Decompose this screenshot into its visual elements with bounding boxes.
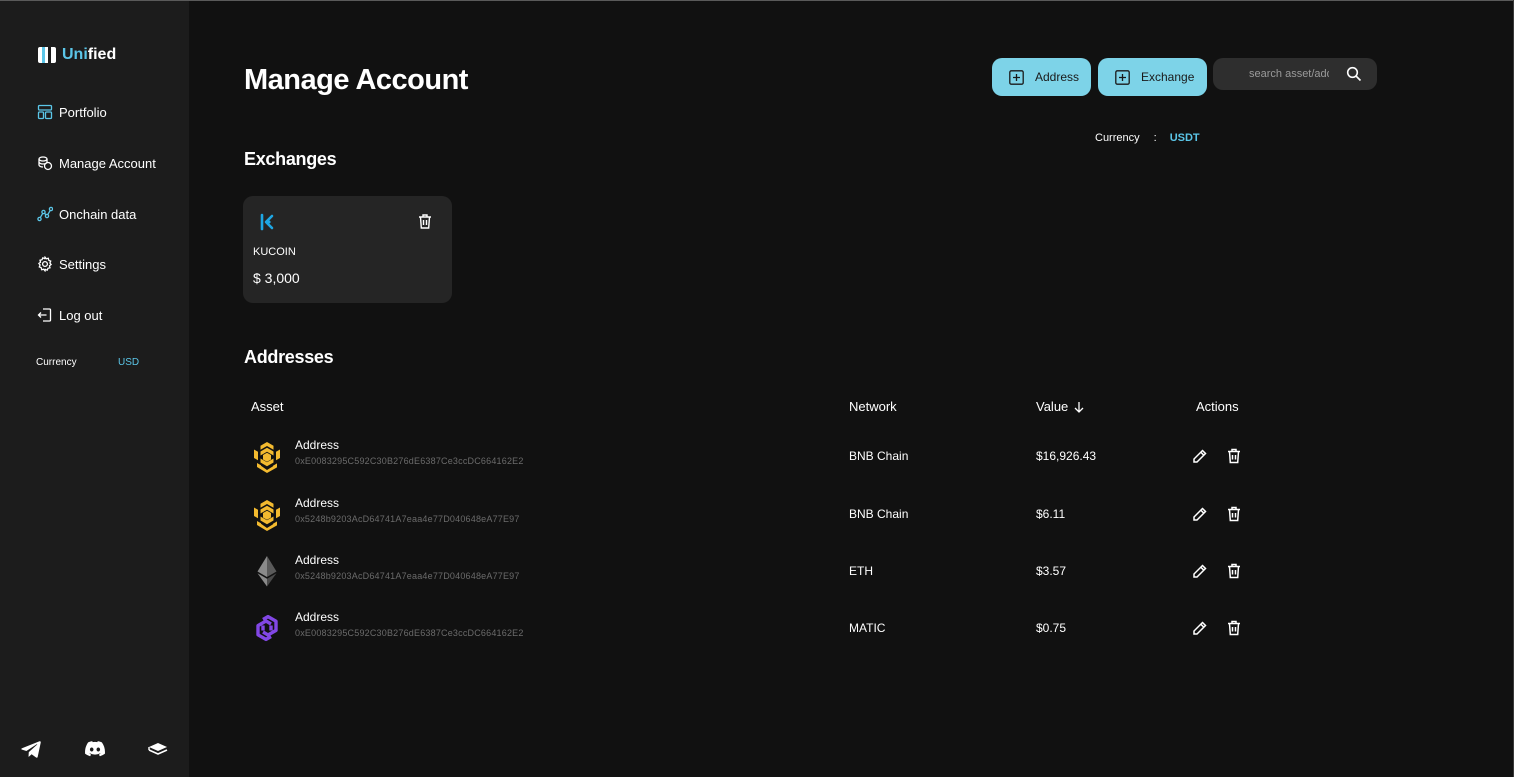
column-header-asset: Asset [251, 399, 284, 414]
add-exchange-label: Exchange [1141, 70, 1195, 84]
currency-value[interactable]: USD [118, 357, 139, 368]
table-row[interactable]: Address 0xE0083295C592C30B276dE6387Ce3cc… [244, 603, 1344, 653]
sidebar-currency[interactable]: Currency USD [36, 357, 139, 368]
nav-item-onchain-data[interactable]: Onchain data [37, 206, 136, 222]
edit-icon[interactable] [1191, 447, 1209, 465]
asset-address: 0xE0083295C592C30B276dE6387Ce3ccDC664162… [295, 456, 524, 466]
add-address-label: Address [1035, 70, 1080, 84]
asset-label: Address [295, 496, 340, 510]
asset-label: Address [295, 553, 340, 567]
currency-label: Currency [1095, 132, 1140, 144]
search-input[interactable] [1249, 68, 1329, 80]
value-cell: $3.57 [1036, 564, 1067, 578]
currency-value[interactable]: USDT [1170, 132, 1200, 144]
asset-address: 0xE0083295C592C30B276dE6387Ce3ccDC664162… [295, 628, 524, 638]
coins-icon [38, 156, 53, 171]
value-cell: $6.11 [1036, 507, 1066, 521]
trash-icon[interactable] [1225, 619, 1243, 637]
asset-label: Address [295, 438, 340, 452]
nav-item-settings[interactable]: Settings [37, 256, 106, 272]
table-row[interactable]: Address 0x5248b9203AcD64741A7eaa4e77D040… [244, 546, 1344, 596]
table-row[interactable]: Address 0xE0083295C592C30B276dE6387Ce3cc… [244, 431, 1344, 481]
nav-item-portfolio[interactable]: Portfolio [37, 104, 107, 120]
chart-line-icon [37, 206, 53, 222]
value-cell: $0.75 [1036, 621, 1067, 635]
layout-icon [37, 104, 53, 120]
currency-separator: : [1153, 132, 1157, 144]
network-cell: BNB Chain [849, 507, 909, 521]
bnb-icon [254, 442, 280, 473]
edit-icon[interactable] [1191, 562, 1209, 580]
nav-label: Onchain data [59, 206, 137, 222]
gear-icon [37, 256, 53, 272]
docs-link[interactable] [147, 738, 169, 760]
kucoin-icon [260, 213, 274, 231]
column-header-value-label: Value [1036, 399, 1069, 414]
currency-label: Currency [36, 357, 77, 368]
book-icon [148, 743, 168, 755]
plus-square-icon [1009, 69, 1024, 85]
exchange-amount: $ 3,000 [253, 270, 300, 286]
column-header-value[interactable]: Value [1036, 399, 1084, 414]
eth-icon [257, 556, 277, 587]
nav-item-manage-account[interactable]: Manage Account [37, 155, 156, 171]
trash-icon[interactable] [1225, 505, 1243, 523]
nav-label: Manage Account [59, 155, 156, 171]
plus-square-icon [1115, 69, 1130, 85]
header-currency[interactable]: Currency : USDT [1095, 132, 1200, 144]
page-title: Manage Account [244, 64, 468, 96]
trash-icon[interactable] [417, 213, 433, 230]
arrow-down-icon [1074, 401, 1084, 413]
edit-icon[interactable] [1191, 505, 1209, 523]
addresses-heading: Addresses [244, 347, 334, 367]
unified-logo-icon [38, 47, 56, 63]
discord-link[interactable] [84, 738, 106, 760]
asset-address: 0x5248b9203AcD64741A7eaa4e77D040648eA77E… [295, 571, 520, 581]
exchange-card[interactable]: KUCOIN $ 3,000 [243, 196, 452, 303]
telegram-icon [21, 741, 41, 758]
brand-logo[interactable]: Unified [37, 45, 116, 65]
trash-icon[interactable] [1225, 562, 1243, 580]
table-row[interactable]: Address 0x5248b9203AcD64741A7eaa4e77D040… [244, 489, 1344, 539]
nav-item-logout[interactable]: Log out [37, 307, 102, 323]
exchange-name: KUCOIN [253, 246, 296, 258]
logout-icon [37, 308, 52, 322]
telegram-link[interactable] [20, 738, 42, 760]
value-cell: $16,926.43 [1036, 449, 1097, 463]
column-header-network: Network [849, 399, 897, 414]
asset-address: 0x5248b9203AcD64741A7eaa4e77D040648eA77E… [295, 514, 520, 524]
column-header-actions: Actions [1196, 399, 1239, 414]
network-cell: MATIC [849, 621, 886, 635]
bnb-icon [254, 500, 280, 531]
add-exchange-button[interactable]: Exchange [1098, 58, 1207, 96]
network-cell: BNB Chain [849, 449, 909, 463]
exchanges-heading: Exchanges [244, 149, 337, 169]
network-cell: ETH [849, 564, 873, 578]
matic-icon [256, 614, 278, 642]
discord-icon [85, 741, 105, 757]
trash-icon[interactable] [1225, 447, 1243, 465]
edit-icon[interactable] [1191, 619, 1209, 637]
search-box [1213, 58, 1377, 90]
add-address-button[interactable]: Address [992, 58, 1091, 96]
search-icon[interactable] [1346, 66, 1362, 82]
brand-name: Unified [62, 46, 117, 63]
nav-label: Portfolio [59, 104, 107, 120]
nav-label: Log out [59, 307, 103, 323]
sidebar: Unified Portfolio Manage Account Onchain… [0, 1, 189, 777]
nav-label: Settings [59, 256, 106, 272]
asset-label: Address [295, 610, 340, 624]
